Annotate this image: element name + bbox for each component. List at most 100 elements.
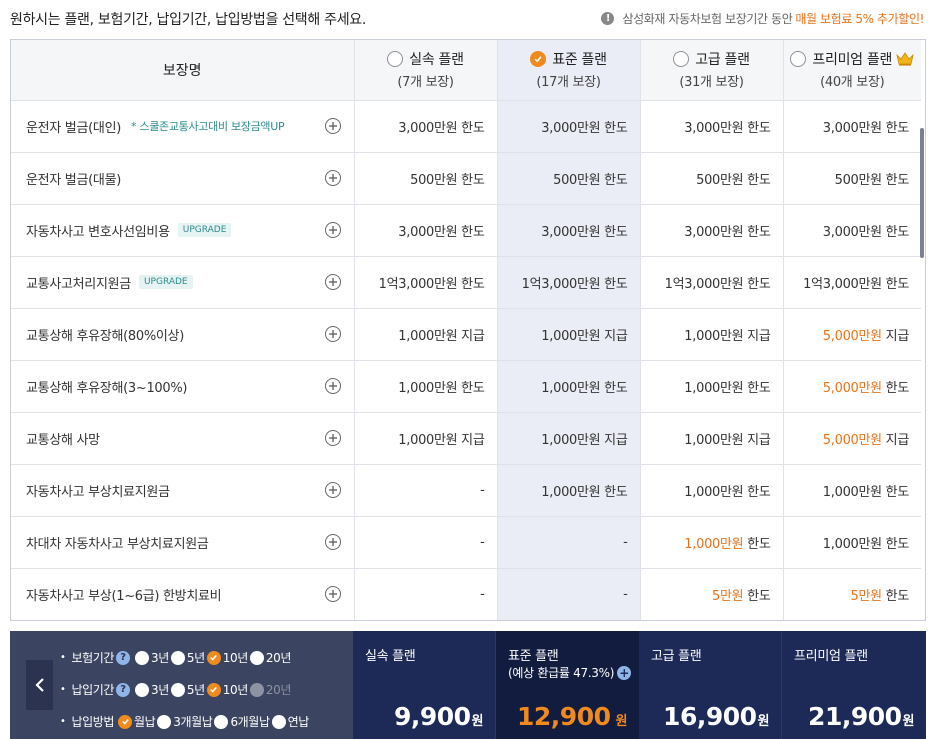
radio-unselected-icon[interactable]	[790, 51, 807, 68]
radio-unselected-icon[interactable]	[387, 51, 404, 68]
price-number: 16,900	[663, 702, 757, 731]
option-choice-label: 월납	[134, 715, 156, 729]
coverage-unit: 한도	[457, 224, 485, 240]
coverage-unit: 지급	[743, 328, 771, 344]
expand-plus-icon[interactable]	[324, 482, 341, 498]
expand-plus-icon[interactable]	[324, 274, 341, 290]
radio-checked-icon[interactable]	[206, 650, 221, 665]
options-panel: 보험기간?3년5년10년20년납입기간?3년5년10년20년납입방법월납3개월납…	[10, 631, 353, 739]
coverage-amount: 1,000만원	[398, 432, 458, 448]
option-choice[interactable]: 5년	[170, 649, 205, 666]
price-box[interactable]: 실속 플랜 9,900원	[353, 631, 496, 739]
coverage-name-cell: 교통상해 후유장해(3~100%)	[11, 360, 355, 413]
radio-unchecked-icon[interactable]	[135, 682, 149, 697]
option-choice[interactable]: 10년	[206, 649, 248, 666]
option-choice[interactable]: 연납	[271, 713, 309, 730]
coverage-amount: -	[623, 586, 628, 602]
coverage-amount: 1억3,000만원	[521, 276, 601, 292]
radio-unchecked-icon[interactable]	[170, 682, 185, 697]
option-choice[interactable]: 3개월납	[157, 713, 213, 730]
help-icon[interactable]: ?	[116, 650, 130, 665]
coverage-unit: 한도	[881, 588, 910, 604]
coverage-value-cell: 1억3,000만원 한도	[640, 256, 784, 309]
price-amount: 9,900원	[394, 702, 484, 731]
coverage-amount: 5만원	[850, 588, 883, 604]
price-unit: 원	[902, 714, 915, 729]
plan-count: (7개 보장)	[397, 75, 454, 91]
coverage-amount: -	[480, 586, 485, 602]
expand-plus-icon[interactable]	[324, 586, 341, 602]
plan-count: (40개 보장)	[820, 75, 885, 91]
expand-plus-icon[interactable]	[324, 430, 341, 446]
coverage-name: 차대차 자동차사고 부상치료지원금	[26, 536, 209, 552]
plan-header-basic[interactable]: 실속 플랜 (7개 보장)	[354, 40, 498, 101]
plan-header-premium[interactable]: 프리미엄 플랜 (40개 보장)	[783, 40, 921, 101]
option-label: 보험기간	[60, 649, 118, 666]
coverage-name-cell: 자동차사고 변호사선임비용 UPGRADE	[11, 204, 355, 257]
option-choice[interactable]: 6개월납	[214, 713, 270, 730]
table-scrollbar[interactable]	[920, 128, 924, 258]
plan-header-advanced[interactable]: 고급 플랜 (31개 보장)	[640, 40, 784, 101]
coverage-row: 운전자 벌금(대물) 500만원 한도 500만원 한도 500만원 한도 500만원 …	[11, 152, 921, 205]
coverage-unit: 한도	[881, 536, 910, 552]
plan-header-standard[interactable]: 표준 플랜 (17개 보장)	[497, 40, 641, 101]
radio-unchecked-icon[interactable]	[135, 650, 149, 665]
help-icon[interactable]: ?	[116, 682, 130, 697]
expand-plus-icon[interactable]	[324, 222, 341, 238]
radio-unchecked-icon[interactable]	[214, 714, 229, 729]
coverage-value-cell: 1,000만원 한도	[354, 360, 498, 413]
coverage-amount: 5,000만원	[822, 328, 882, 344]
option-label-text: 납입방법	[71, 715, 115, 729]
radio-checked-icon[interactable]	[206, 682, 221, 697]
coverage-amount: 1,000만원	[684, 328, 744, 344]
coverage-name: 운전자 벌금(대물)	[26, 172, 121, 188]
coverage-unit: 한도	[600, 380, 628, 396]
prev-button[interactable]	[26, 660, 53, 710]
plus-circle-icon[interactable]: +	[617, 665, 632, 680]
expand-plus-icon[interactable]	[324, 118, 341, 134]
coverage-amount: 1억3,000만원	[803, 276, 882, 292]
option-label-text: 보험기간	[71, 651, 115, 665]
price-box[interactable]: 고급 플랜 16,900원	[639, 631, 782, 739]
coverage-note: * 스쿨존교통사고대비 보장금액UP	[131, 120, 285, 133]
option-choice[interactable]: 월납	[118, 713, 156, 730]
plan-name: 실속 플랜	[409, 52, 464, 69]
radio-unchecked-icon[interactable]	[157, 714, 172, 729]
radio-unchecked-icon[interactable]	[271, 714, 286, 729]
price-amount: 12,900 원	[517, 702, 627, 731]
coverage-row: 자동차사고 변호사선임비용 UPGRADE 3,000만원 한도 3,000만원 한도…	[11, 204, 921, 257]
coverage-row: 교통상해 사망 1,000만원 지급 1,000만원 지급 1,000만원 지급 5,0…	[11, 412, 921, 465]
expand-plus-icon[interactable]	[324, 170, 341, 186]
price-plan-name: 프리미엄 플랜	[794, 649, 868, 664]
option-choice[interactable]: 5년	[170, 681, 205, 698]
radio-unselected-icon[interactable]	[673, 51, 690, 68]
radio-checked-icon[interactable]	[118, 714, 132, 729]
coverage-amount: 3,000만원	[398, 224, 458, 240]
discount-notice: ! 삼성화재 자동차보험 보장기간 동안 매월 보험료 5% 추가할인!	[601, 10, 924, 27]
crown-icon	[896, 52, 914, 66]
option-choice[interactable]: 10년	[206, 681, 249, 698]
expand-plus-icon[interactable]	[324, 378, 341, 394]
coverage-name: 자동차사고 부상치료지원금	[26, 484, 170, 500]
expand-plus-icon[interactable]	[324, 326, 341, 342]
coverage-value-cell: 3,000만원 한도	[354, 204, 498, 257]
check-selected-icon[interactable]	[530, 51, 547, 68]
option-choice-label: 10년	[222, 683, 249, 697]
coverage-unit: 한도	[600, 224, 628, 240]
option-choice[interactable]: 20년	[249, 649, 292, 666]
radio-unchecked-icon[interactable]	[249, 650, 264, 665]
expand-plus-icon[interactable]	[324, 534, 341, 550]
coverage-value-cell: 500만원 한도	[783, 152, 921, 205]
price-box[interactable]: 표준 플랜 (예상 환급률 47.3%) +12,900 원	[496, 631, 639, 739]
price-box[interactable]: 프리미엄 플랜 21,900원	[782, 631, 926, 739]
coverage-value-cell: 1,000만원 한도	[640, 516, 784, 569]
option-choice[interactable]: 3년	[135, 681, 169, 698]
option-choice-label: 3년	[151, 651, 169, 665]
option-choice-label: 20년	[265, 651, 292, 665]
option-choice[interactable]: 3년	[135, 649, 169, 666]
coverage-amount: 500만원	[696, 172, 744, 188]
radio-unchecked-icon[interactable]	[170, 650, 185, 665]
coverage-name-cell: 자동차사고 부상(1~6급) 한방치료비	[11, 568, 355, 620]
coverage-amount: 1,000만원	[684, 484, 744, 500]
coverage-value-cell: 1,000만원 지급	[640, 308, 784, 361]
